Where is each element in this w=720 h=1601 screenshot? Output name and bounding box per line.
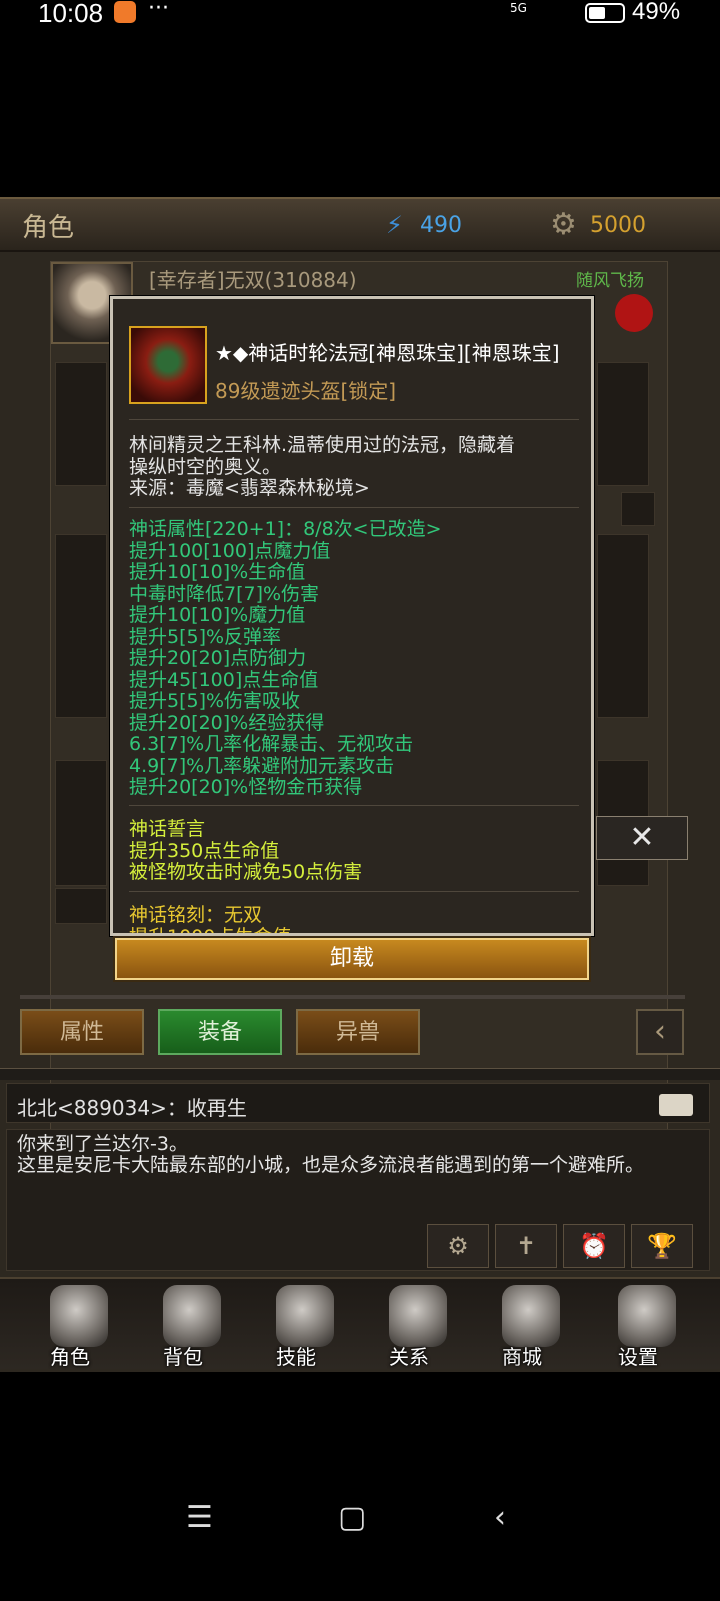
divider xyxy=(129,891,579,892)
equipment-slot[interactable] xyxy=(621,492,655,526)
nav-shop[interactable]: 商城 xyxy=(472,1279,572,1371)
mana-value: 490 xyxy=(420,213,462,238)
log-line: 这里是安尼卡大陆最东部的小城，也是众多流浪者能遇到的第一个避难所。 xyxy=(17,1154,645,1176)
signal-icon: 5G xyxy=(510,1,527,15)
nav-backpack[interactable]: 背包 xyxy=(133,1279,233,1371)
backpack-icon xyxy=(163,1285,221,1347)
item-description: 林间精灵之王科林.温蒂使用过的法冠，隐藏着 操纵时空的奥义。 来源：毒魔<翡翠森… xyxy=(129,434,516,499)
equipment-slot[interactable] xyxy=(597,534,649,718)
trophy-icon[interactable]: 🏆 xyxy=(631,1224,693,1268)
divider xyxy=(0,1068,720,1080)
home-icon[interactable]: ▢ xyxy=(338,1500,366,1535)
back-button[interactable]: ‹ xyxy=(636,1009,684,1055)
chat-message: 北北<889034>：收再生 xyxy=(17,1096,247,1120)
settings-gear-icon xyxy=(618,1285,676,1347)
item-engrave: 神话铭刻：无双 提升1000点生命值 xyxy=(129,904,291,933)
character-name: [幸存者]无双(310884) xyxy=(149,268,357,292)
equipment-slot[interactable] xyxy=(55,534,107,718)
system-nav-bar: ☰ ▢ ‹ xyxy=(0,1480,720,1560)
tab-beasts[interactable]: 异兽 xyxy=(296,1009,420,1055)
nav-settings[interactable]: 设置 xyxy=(588,1279,688,1371)
battery-icon xyxy=(585,3,625,23)
back-icon[interactable]: ‹ xyxy=(494,1500,506,1535)
log-line: 你来到了兰达尔-3。 xyxy=(17,1133,188,1155)
gear-currency-icon: ⚙ xyxy=(550,207,577,242)
unequip-button[interactable]: 卸载 xyxy=(113,936,591,982)
tab-equipment[interactable]: 装备 xyxy=(158,1009,282,1055)
clock: 10:08 xyxy=(38,0,104,28)
chat-bar[interactable]: 北北<889034>：收再生 xyxy=(6,1083,710,1123)
close-button[interactable]: ✕ xyxy=(596,816,688,860)
equipment-slot[interactable] xyxy=(55,888,107,924)
bottom-nav: 角色 背包 技能 关系 商城 设置 xyxy=(0,1277,720,1369)
equipment-slot[interactable] xyxy=(597,362,649,486)
handshake-icon xyxy=(389,1285,447,1347)
tab-attributes[interactable]: 属性 xyxy=(20,1009,144,1055)
nav-character[interactable]: 角色 xyxy=(20,1279,120,1371)
gold-value: 5000 xyxy=(590,213,646,238)
equipment-slot[interactable] xyxy=(55,362,107,486)
menu-icon[interactable]: ☰ xyxy=(186,1500,213,1535)
cross-shortcut-icon[interactable]: ✝ xyxy=(495,1224,557,1268)
divider xyxy=(129,507,579,508)
system-log: 你来到了兰达尔-3。 这里是安尼卡大陆最东部的小城，也是众多流浪者能遇到的第一个… xyxy=(6,1129,710,1271)
app-notification-icon xyxy=(114,1,136,23)
page-title: 角色 xyxy=(22,213,75,243)
crown-item-icon xyxy=(129,326,207,404)
battery-percent: 49% xyxy=(632,0,681,25)
top-bar: 角色 ⚡ 490 ⚙ 5000 xyxy=(0,197,720,252)
nav-skills[interactable]: 技能 xyxy=(246,1279,346,1371)
more-notifications-icon: ··· xyxy=(148,0,169,21)
nav-relations[interactable]: 关系 xyxy=(359,1279,459,1371)
divider xyxy=(129,419,579,420)
item-type: 89级遗迹头盔[锁定] xyxy=(215,379,397,403)
divider xyxy=(129,805,579,806)
gear-shortcut-icon[interactable]: ⚙ xyxy=(427,1224,489,1268)
clock-icon[interactable]: ⏰ xyxy=(563,1224,625,1268)
skill-book-icon xyxy=(276,1285,334,1347)
chest-icon xyxy=(502,1285,560,1347)
helmet-icon xyxy=(50,1285,108,1347)
chat-icon[interactable] xyxy=(659,1094,693,1116)
status-bar: 10:08 ··· 5G 49% xyxy=(0,0,720,28)
item-attributes: 神话属性[220+1]：8/8次<已改造> 提升100[100]点魔力值 提升1… xyxy=(129,518,442,798)
item-oath: 神话誓言 提升350点生命值 被怪物攻击时减免50点伤害 xyxy=(129,818,363,883)
lightning-icon: ⚡ xyxy=(386,211,403,239)
guild-name: 随风飞扬 xyxy=(576,271,644,291)
item-name: ★◆神话时轮法冠[神恩珠宝][神恩珠宝] xyxy=(215,341,560,365)
divider xyxy=(20,995,685,999)
item-tooltip: ★◆神话时轮法冠[神恩珠宝][神恩珠宝] 89级遗迹头盔[锁定] 林间精灵之王科… xyxy=(109,295,595,937)
guild-emblem-icon xyxy=(615,294,653,332)
equipment-slot[interactable] xyxy=(55,760,107,886)
